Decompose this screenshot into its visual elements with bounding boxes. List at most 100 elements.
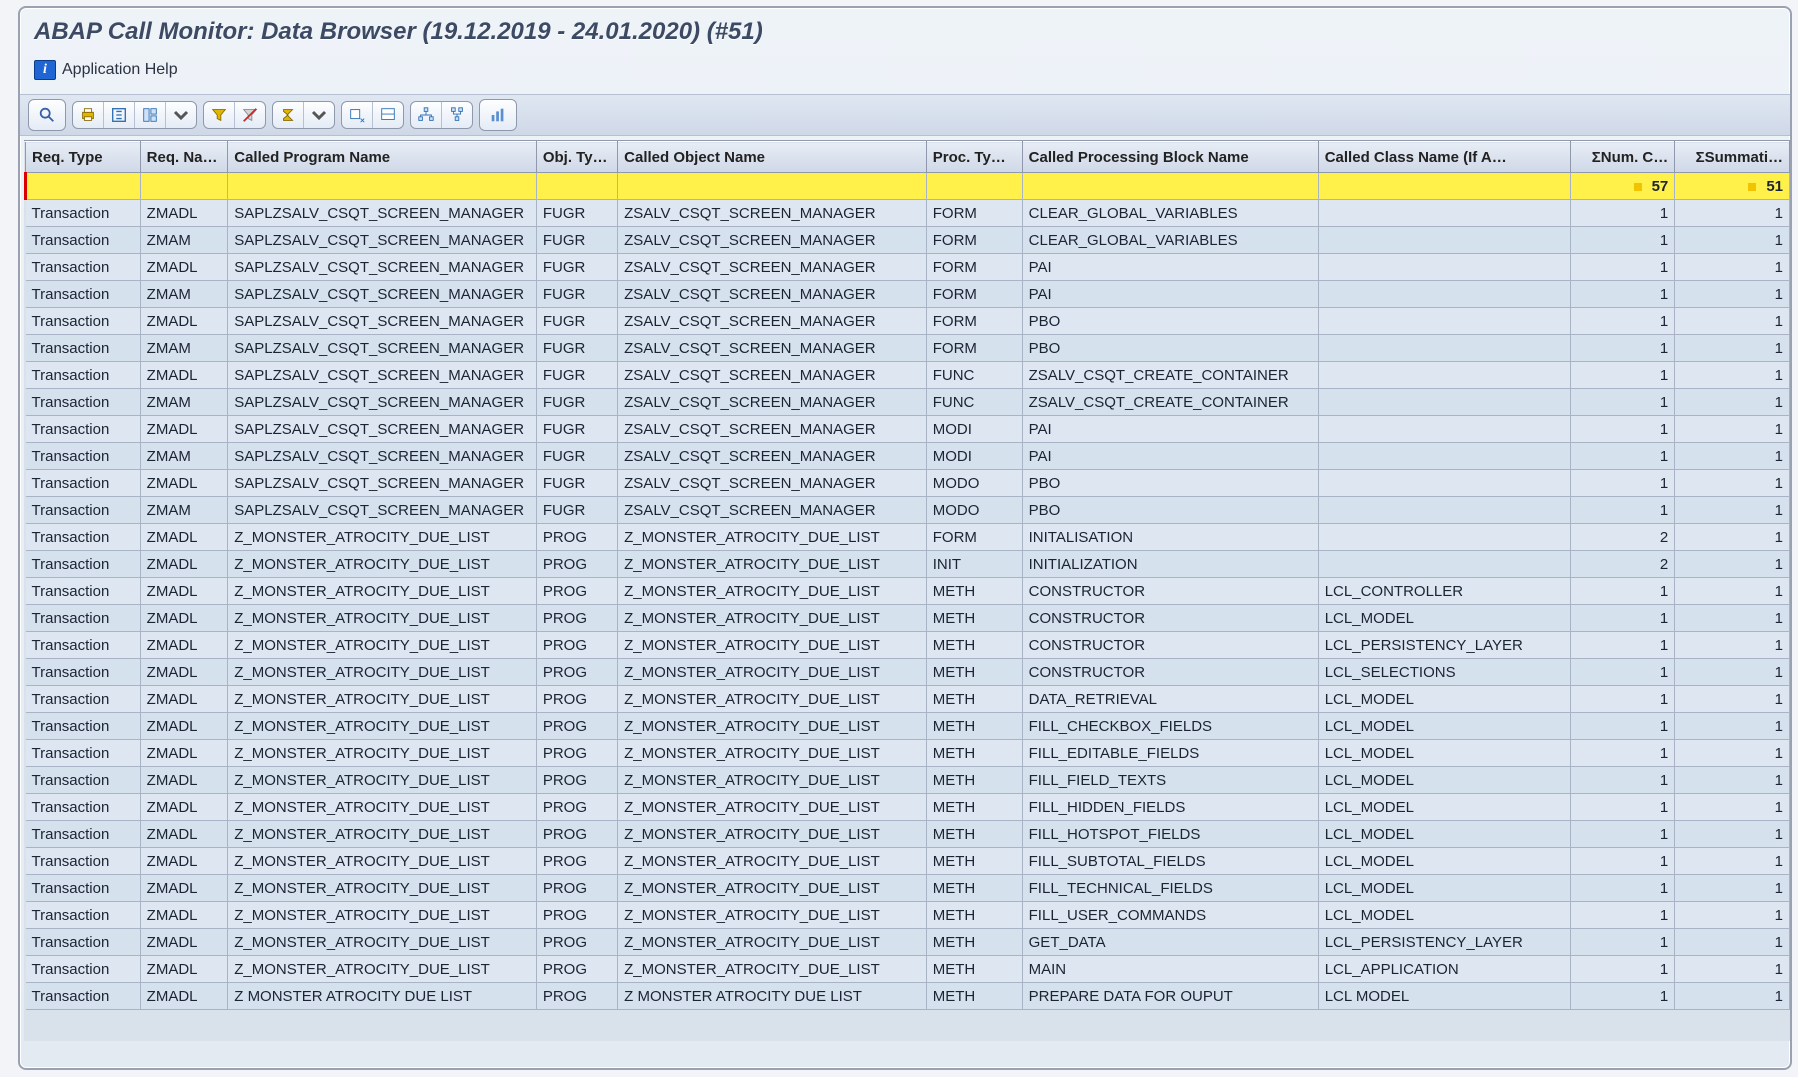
cell-called_prog[interactable]: Z_MONSTER_ATROCITY_DUE_LIST <box>228 929 537 956</box>
cell-called_prog[interactable]: Z_MONSTER_ATROCITY_DUE_LIST <box>228 875 537 902</box>
cell-summati[interactable]: 1 <box>1675 686 1790 713</box>
cell-proc_block[interactable]: FILL_HOTSPOT_FIELDS <box>1022 821 1318 848</box>
cell-summati[interactable]: 1 <box>1675 416 1790 443</box>
cell-called_obj[interactable]: Z_MONSTER_ATROCITY_DUE_LIST <box>618 632 927 659</box>
col-proc-type[interactable]: Proc. Ty… <box>926 142 1022 173</box>
cell-obj_type[interactable]: PROG <box>536 902 617 929</box>
cell-req_type[interactable]: Transaction <box>26 281 141 308</box>
cell-called_obj[interactable]: Z_MONSTER_ATROCITY_DUE_LIST <box>618 686 927 713</box>
cell-obj_type[interactable]: PROG <box>536 578 617 605</box>
table-row[interactable]: TransactionZMADLZ_MONSTER_ATROCITY_DUE_L… <box>26 740 1790 767</box>
cell-req_name[interactable]: ZMADL <box>140 632 228 659</box>
cell-called_obj[interactable]: Z_MONSTER_ATROCITY_DUE_LIST <box>618 713 927 740</box>
cell-called_class[interactable] <box>1318 362 1570 389</box>
cell-called_class[interactable] <box>1318 524 1570 551</box>
cell-req_type[interactable]: Transaction <box>26 767 141 794</box>
cell-proc_type[interactable]: METH <box>926 713 1022 740</box>
cell-req_type[interactable]: Transaction <box>26 875 141 902</box>
cell-req_type[interactable]: Transaction <box>26 308 141 335</box>
sum-dropdown[interactable] <box>304 102 334 128</box>
cell-called_prog[interactable]: SAPLZSALV_CSQT_SCREEN_MANAGER <box>228 335 537 362</box>
cell-num_calls[interactable]: 1 <box>1571 848 1675 875</box>
drilldown-button[interactable] <box>442 102 472 128</box>
cell-req_name[interactable]: ZMADL <box>140 740 228 767</box>
cell-proc_type[interactable]: METH <box>926 929 1022 956</box>
cell-called_prog[interactable]: Z_MONSTER_ATROCITY_DUE_LIST <box>228 848 537 875</box>
cell-req_type[interactable]: Transaction <box>26 497 141 524</box>
table-row[interactable]: TransactionZMADLZ_MONSTER_ATROCITY_DUE_L… <box>26 578 1790 605</box>
cell-called_prog[interactable]: Z_MONSTER_ATROCITY_DUE_LIST <box>228 659 537 686</box>
cell-req_type[interactable]: Transaction <box>26 389 141 416</box>
cell-obj_type[interactable]: PROG <box>536 875 617 902</box>
cell-summati[interactable]: 1 <box>1675 443 1790 470</box>
col-proc-block[interactable]: Called Processing Block Name <box>1022 142 1318 173</box>
col-obj-type[interactable]: Obj. Ty… <box>536 142 617 173</box>
cell-req_type[interactable]: Transaction <box>26 713 141 740</box>
cell-obj_type[interactable]: PROG <box>536 821 617 848</box>
cell-req_name[interactable]: ZMADL <box>140 794 228 821</box>
cell-called_class[interactable] <box>1318 470 1570 497</box>
cell-proc_type[interactable]: MODI <box>926 443 1022 470</box>
col-called-object[interactable]: Called Object Name <box>618 142 927 173</box>
cell-req_name[interactable]: ZMAM <box>140 281 228 308</box>
table-row[interactable]: TransactionZMAMSAPLZSALV_CSQT_SCREEN_MAN… <box>26 497 1790 524</box>
cell-proc_block[interactable]: INITIALIZATION <box>1022 551 1318 578</box>
cell-obj_type[interactable]: FUGR <box>536 443 617 470</box>
cell-called_prog[interactable]: SAPLZSALV_CSQT_SCREEN_MANAGER <box>228 362 537 389</box>
cell-called_prog[interactable]: SAPLZSALV_CSQT_SCREEN_MANAGER <box>228 389 537 416</box>
cell-req_name[interactable]: ZMADL <box>140 686 228 713</box>
cell-proc_type[interactable]: FORM <box>926 308 1022 335</box>
cell-called_obj[interactable]: Z_MONSTER_ATROCITY_DUE_LIST <box>618 902 927 929</box>
cell-proc_type[interactable]: METH <box>926 848 1022 875</box>
cell-req_name[interactable]: ZMADL <box>140 902 228 929</box>
cell-req_type[interactable]: Transaction <box>26 929 141 956</box>
table-row[interactable]: TransactionZMADLSAPLZSALV_CSQT_SCREEN_MA… <box>26 254 1790 281</box>
cell-proc_block[interactable]: PBO <box>1022 497 1318 524</box>
cell-called_class[interactable] <box>1318 389 1570 416</box>
cell-num_calls[interactable]: 1 <box>1571 956 1675 983</box>
cell-proc_block[interactable]: PBO <box>1022 335 1318 362</box>
cell-called_class[interactable] <box>1318 281 1570 308</box>
cell-summati[interactable]: 1 <box>1675 578 1790 605</box>
cell-req_type[interactable]: Transaction <box>26 416 141 443</box>
cell-summati[interactable]: 1 <box>1675 605 1790 632</box>
cell-proc_type[interactable]: FUNC <box>926 389 1022 416</box>
cell-obj_type[interactable]: PROG <box>536 983 617 1010</box>
cell-proc_type[interactable]: METH <box>926 821 1022 848</box>
cell-req_name[interactable]: ZMADL <box>140 416 228 443</box>
cell-called_obj[interactable]: ZSALV_CSQT_SCREEN_MANAGER <box>618 362 927 389</box>
cell-obj_type[interactable]: FUGR <box>536 389 617 416</box>
table-row[interactable]: TransactionZMADL Z_MONSTER_ATROCITY_DUE_L… <box>26 902 1790 929</box>
col-summation[interactable]: ΣSummati… <box>1675 142 1790 173</box>
cell-proc_type[interactable]: METH <box>926 875 1022 902</box>
cell-obj_type[interactable]: FUGR <box>536 335 617 362</box>
cell-obj_type[interactable]: PROG <box>536 686 617 713</box>
cell-req_name[interactable]: ZMADL <box>140 659 228 686</box>
cell-called_prog[interactable]: SAPLZSALV_CSQT_SCREEN_MANAGER <box>228 470 537 497</box>
cell-proc_type[interactable]: METH <box>926 659 1022 686</box>
cell-req_name[interactable]: ZMADL <box>140 767 228 794</box>
cell-num_calls[interactable]: 1 <box>1571 389 1675 416</box>
table-row[interactable]: TransactionZMADLZ_MONSTER_ATROCITY_DUE_L… <box>26 686 1790 713</box>
cell-called_class[interactable]: LCL_MODEL <box>1318 605 1570 632</box>
cell-obj_type[interactable]: PROG <box>536 524 617 551</box>
cell-proc_type[interactable]: METH <box>926 956 1022 983</box>
cell-called_class[interactable] <box>1318 335 1570 362</box>
cell-req_name[interactable]: ZMADL <box>140 821 228 848</box>
cell-req_type[interactable]: Transaction <box>26 740 141 767</box>
cell-called_prog[interactable]: SAPLZSALV_CSQT_SCREEN_MANAGER <box>228 443 537 470</box>
cell-called_obj[interactable]: ZSALV_CSQT_SCREEN_MANAGER <box>618 254 927 281</box>
cell-called_class[interactable] <box>1318 443 1570 470</box>
cell-called_class[interactable]: LCL_PERSISTENCY_LAYER <box>1318 632 1570 659</box>
cell-proc_block[interactable]: ZSALV_CSQT_CREATE_CONTAINER <box>1022 362 1318 389</box>
cell-obj_type[interactable]: FUGR <box>536 308 617 335</box>
cell-req_type[interactable]: Transaction <box>26 902 141 929</box>
cell-called_class[interactable]: LCL_MODEL <box>1318 713 1570 740</box>
cell-summati[interactable]: 1 <box>1675 902 1790 929</box>
cell-obj_type[interactable]: PROG <box>536 605 617 632</box>
cell-req_name[interactable]: ZMADL <box>140 713 228 740</box>
cell-proc_block[interactable]: ZSALV_CSQT_CREATE_CONTAINER <box>1022 389 1318 416</box>
cell-proc_block[interactable]: MAIN <box>1022 956 1318 983</box>
cell-called_prog[interactable]: Z_MONSTER_ATROCITY_DUE_LIST <box>228 821 537 848</box>
cell-called_class[interactable] <box>1318 254 1570 281</box>
